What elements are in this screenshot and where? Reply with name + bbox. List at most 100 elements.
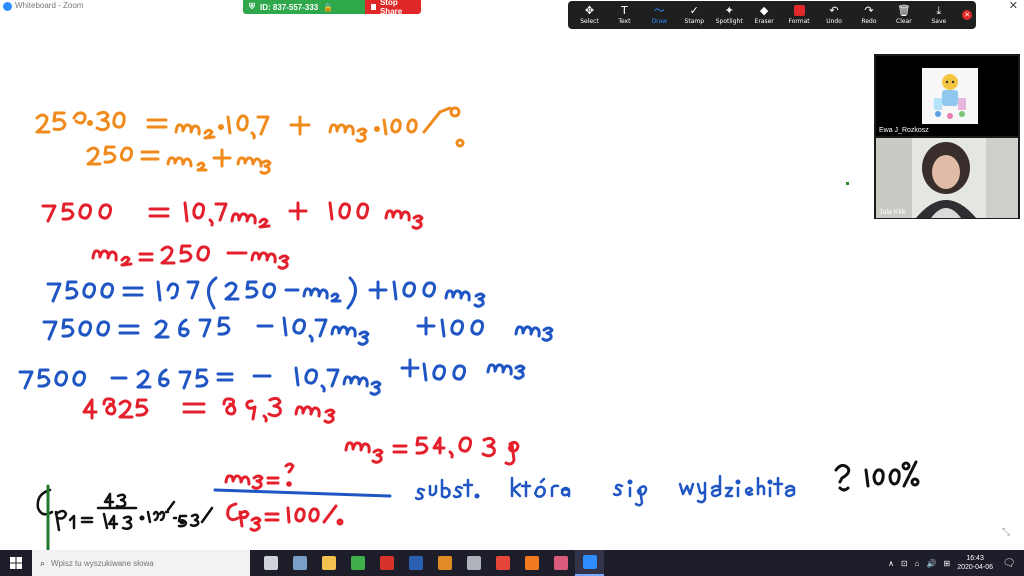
screen-share-bar: ⛨ ID: 837-557-333 🔒 Stop Share <box>243 0 421 16</box>
toolbar-stamp-button[interactable]: ✓ Stamp <box>677 1 712 29</box>
squiggle-icon: 〜 <box>653 3 665 17</box>
task-view-icon <box>263 556 278 570</box>
blue-line-3 <box>18 358 526 396</box>
windows-start-button[interactable] <box>0 550 32 576</box>
app-green-bars-icon <box>350 556 365 570</box>
clock-time: 16:43 <box>966 555 984 562</box>
taskbar-app-green-bars-button[interactable] <box>343 550 372 576</box>
shield-icon: ⛨ <box>249 2 255 11</box>
app-zoom-icon <box>582 555 597 569</box>
red-line-3 <box>82 396 336 424</box>
text-icon: T <box>621 3 628 17</box>
stray-dot <box>846 182 849 185</box>
keyboard-icon[interactable]: ⊞ <box>943 559 950 568</box>
meeting-id-indicator[interactable]: ⛨ ID: 837-557-333 🔒 <box>243 0 365 14</box>
toolbar-redo-button[interactable]: ↷ Redo <box>852 1 887 29</box>
toolbar-label: Eraser <box>754 17 774 25</box>
meeting-id-label: ID: 837-557-333 <box>260 2 319 12</box>
toolbar-label: Undo <box>826 17 842 25</box>
toolbar-text-button[interactable]: T Text <box>607 1 642 29</box>
redo-icon: ↷ <box>864 3 874 17</box>
toolbar-close-icon[interactable]: ✕ <box>962 10 973 20</box>
resize-handle-icon[interactable]: ⤡ <box>1002 527 1010 538</box>
app-file-explorer-icon <box>321 556 336 570</box>
orange-line-1 <box>35 106 465 148</box>
toolbar-select-button[interactable]: ✥ Select <box>572 1 607 29</box>
move-arrows-icon: ✥ <box>584 3 595 17</box>
toolbar-save-button[interactable]: ⤓ Save <box>921 1 956 29</box>
taskbar-app-calculator-button[interactable] <box>459 550 488 576</box>
stop-square-icon <box>371 4 376 10</box>
toolbar-format-button[interactable]: Format <box>782 1 817 29</box>
taskbar-app-file-explorer-button[interactable] <box>314 550 343 576</box>
app-settings-icon <box>437 556 452 570</box>
red-line-2 <box>91 244 290 270</box>
taskbar-app-paint-button[interactable] <box>546 550 575 576</box>
app-chrome-icon <box>495 556 510 570</box>
clock-date: 2020-04-06 <box>957 564 993 571</box>
taskbar-app-chrome-button[interactable] <box>488 550 517 576</box>
fraction-bar <box>213 488 392 498</box>
toolbar-label: Draw <box>651 17 668 25</box>
app-word-icon <box>408 556 423 570</box>
app-chart-icon <box>292 556 307 570</box>
toolbar-draw-button[interactable]: 〜 Draw <box>642 1 677 29</box>
red-line-4 <box>344 436 520 466</box>
blue-line-2 <box>42 316 554 346</box>
network-icon[interactable]: ⌂ <box>915 559 920 568</box>
taskbar-search-box[interactable]: ⌕ <box>32 550 250 576</box>
tray-chevron-icon[interactable]: ∧ <box>888 559 894 568</box>
blue-line-1 <box>46 276 486 310</box>
taskbar-apps <box>256 550 604 576</box>
toolbar-eraser-button[interactable]: ◆ Eraser <box>747 1 782 29</box>
taskbar-clock[interactable]: 16:43 2020-04-06 <box>957 554 993 572</box>
taskbar-app-chart-button[interactable] <box>285 550 314 576</box>
volume-icon[interactable]: 🔊 <box>927 559 937 568</box>
taskbar-app-zoom-button[interactable] <box>575 550 604 576</box>
toolbar-undo-button[interactable]: ↶ Undo <box>817 1 852 29</box>
taskbar-app-word-button[interactable] <box>401 550 430 576</box>
undo-icon: ↶ <box>829 3 839 17</box>
toolbar-clear-button[interactable]: 🗑 Clear <box>886 1 921 29</box>
stop-share-button[interactable]: Stop Share <box>365 0 421 16</box>
taskbar-task-view-button[interactable] <box>256 550 285 576</box>
tray-device-icon[interactable]: ⊡ <box>901 559 908 568</box>
save-icon: ⤓ <box>936 3 942 17</box>
windows-logo-icon <box>10 557 22 569</box>
blue-note <box>414 474 796 507</box>
taskbar-app-pdf-button[interactable] <box>372 550 401 576</box>
notification-icon[interactable]: 🗨 <box>1000 550 1018 576</box>
window-close-icon[interactable]: ✕ <box>1009 0 1018 12</box>
lock-icon: 🔒 <box>323 2 334 12</box>
toolbar-label: Clear <box>896 17 912 25</box>
trash-icon: 🗑 <box>896 3 911 17</box>
app-pdf-icon <box>379 556 394 570</box>
app-paint-icon <box>553 556 568 570</box>
toolbar-label: Redo <box>861 17 877 25</box>
search-input[interactable] <box>51 558 232 568</box>
toolbar-label: Text <box>618 17 631 25</box>
search-icon: ⌕ <box>40 557 46 568</box>
toolbar-label: Format <box>788 17 810 25</box>
app-firefox-icon <box>524 556 539 570</box>
toolbar-spotlight-button[interactable]: ✦ Spotlight <box>712 1 747 29</box>
black-note <box>834 460 920 492</box>
toolbar-label: Save <box>931 17 947 25</box>
color-swatch-icon <box>793 4 805 16</box>
red-fraction-num <box>224 462 295 490</box>
windows-taskbar: ⌕ ∧ ⊡ ⌂ 🔊 ⊞ 16:43 2020-04-06 🗨 <box>0 550 1024 576</box>
taskbar-app-settings-button[interactable] <box>430 550 459 576</box>
window-title: Whiteboard - Zoom <box>15 1 84 10</box>
whiteboard-canvas[interactable] <box>0 30 1024 550</box>
system-tray: ∧ ⊡ ⌂ 🔊 ⊞ 16:43 2020-04-06 🗨 <box>888 550 1024 576</box>
zoom-app-icon <box>3 2 12 11</box>
red-fraction-den <box>226 502 344 532</box>
red-line-1 <box>41 201 424 230</box>
black-line-cp1 <box>36 484 214 550</box>
toolbar-label: Spotlight <box>715 17 743 25</box>
eraser-icon: ◆ <box>759 3 769 17</box>
stop-share-label: Stop Share <box>379 0 403 16</box>
whiteboard-toolbar: ✥ Select T Text 〜 Draw ✓ Stamp ✦ Spotlight ◆ Eraser… <box>568 1 976 29</box>
taskbar-app-firefox-button[interactable] <box>517 550 546 576</box>
toolbar-label: Stamp <box>684 17 705 25</box>
